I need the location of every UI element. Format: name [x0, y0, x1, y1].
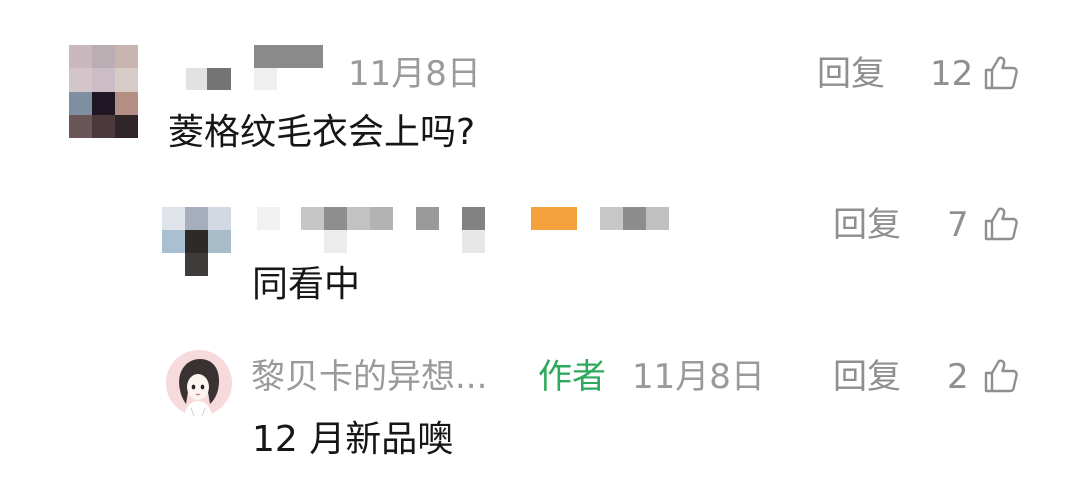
comment-text: 同看中: [252, 264, 361, 305]
comment-date: 11月8日: [632, 357, 765, 397]
comment-text: 菱格纹毛衣会上吗?: [168, 112, 476, 153]
avatar[interactable]: [69, 45, 138, 138]
like-count: 12: [930, 54, 974, 94]
thumbs-up-icon[interactable]: [983, 55, 1019, 91]
reply-button[interactable]: 回复: [833, 360, 901, 394]
like-count: 7: [947, 205, 969, 245]
author-badge: 作者: [538, 357, 606, 397]
thumbs-up-icon[interactable]: [983, 358, 1019, 394]
comment-text: 12 月新品噢: [252, 419, 454, 460]
comment-date: 11月8日: [348, 54, 481, 94]
reply-button[interactable]: 回复: [833, 208, 901, 242]
like-count: 2: [947, 357, 969, 397]
avatar[interactable]: [162, 207, 231, 276]
thumbs-up-icon[interactable]: [983, 206, 1019, 242]
username[interactable]: 黎贝卡的异想...: [251, 360, 487, 394]
avatar[interactable]: [166, 350, 232, 416]
reply-button[interactable]: 回复: [817, 57, 885, 91]
author-avatar-illustration: [166, 350, 232, 416]
